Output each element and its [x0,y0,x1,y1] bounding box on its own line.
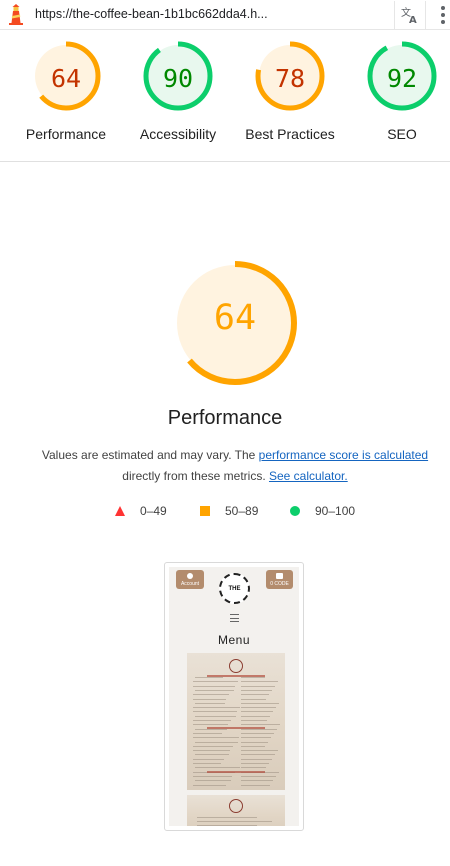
performance-title: Performance [167,407,283,429]
gauge-label: SEO [387,126,417,142]
legend-range: 90–100 [315,504,356,518]
menu-title: Menu [217,633,251,647]
svg-text:A: A [409,15,417,25]
gauge-score: 90 [162,64,194,93]
legend-range: 0–49 [140,504,167,518]
performance-description: Values are estimated and may vary. The p… [25,445,445,487]
divider [0,161,450,162]
menu-photo [187,653,285,790]
legend-fail: 0–49 [115,503,167,519]
gauge-score: 92 [386,64,418,93]
screenshot-content: Account THE 0 CODE Menu [169,567,299,826]
url-text[interactable]: https://the-coffee-bean-1b1bc662dda4.h..… [35,7,268,21]
gauge-accessibility[interactable]: 90 Accessibility [122,40,234,150]
legend-average: 50–89 [200,503,258,519]
see-calculator-link[interactable]: See calculator. [269,469,348,483]
gauge-performance[interactable]: 64 Performance [10,40,122,150]
more-vert-icon[interactable] [436,4,450,26]
translate-icon: 文 A [401,6,417,25]
desc-text-2: directly from these metrics. [122,469,269,483]
site-logo: THE [219,573,250,604]
account-button: Account [176,570,204,589]
hamburger-icon [230,614,239,622]
pass-circle-icon [290,506,300,516]
menu-photo [187,795,285,826]
performance-score: 64 [213,298,257,338]
url-bar: https://the-coffee-bean-1b1bc662dda4.h..… [0,0,450,30]
lighthouse-icon [9,4,23,25]
legend-pass: 90–100 [290,503,355,519]
desc-text: Values are estimated and may vary. The [41,448,259,462]
order-button: 0 CODE [266,570,293,589]
gauge-score: 64 [50,64,82,93]
gauge-seo[interactable]: 92 SEO [346,40,450,150]
gauge-score: 78 [274,64,306,93]
gauge-best-practices[interactable]: 78 Best Practices [234,40,346,150]
fail-triangle-icon [115,506,125,516]
legend-range: 50–89 [225,504,259,518]
score-calculated-link[interactable]: performance score is calculated [259,448,428,462]
translate-button[interactable]: 文 A [394,1,426,29]
average-square-icon [200,506,210,516]
final-screenshot[interactable]: Account THE 0 CODE Menu [164,562,304,831]
